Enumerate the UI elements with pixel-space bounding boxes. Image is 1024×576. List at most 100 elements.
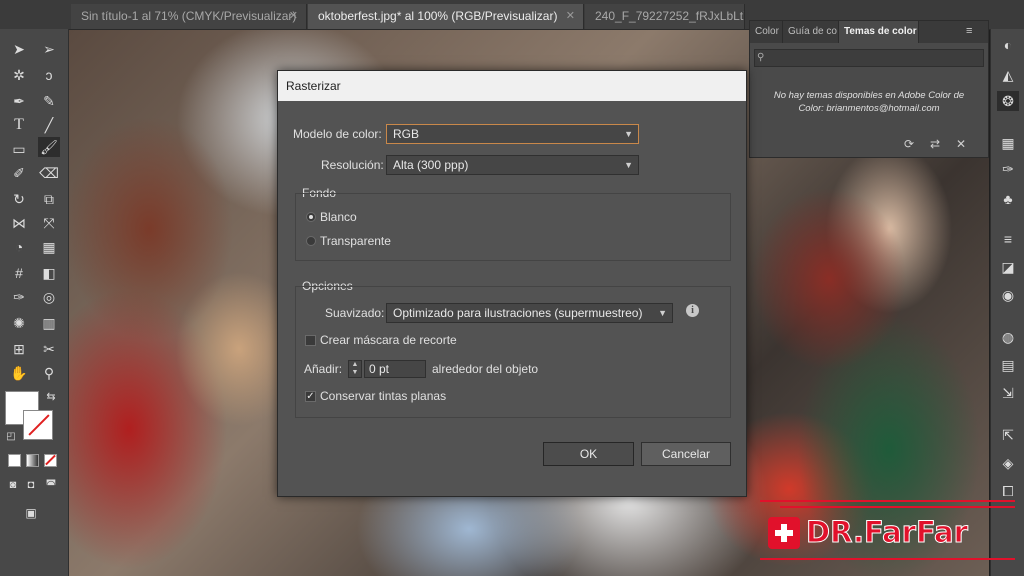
- brushes-icon[interactable]: ✑: [997, 159, 1019, 179]
- slice-icon[interactable]: ✂: [38, 339, 60, 359]
- symbol-sprayer-icon[interactable]: ✺: [8, 313, 30, 333]
- bg-transparent-radio[interactable]: [306, 236, 316, 246]
- color-model-value: RGB: [393, 127, 420, 141]
- panel-menu-icon[interactable]: ≡: [966, 25, 978, 37]
- pen-icon[interactable]: ✒: [8, 91, 30, 111]
- resolution-select[interactable]: Alta (300 ppp) ▼: [386, 155, 639, 175]
- antialias-value: Optimizado para ilustraciones (supermues…: [393, 306, 643, 320]
- pathfinder-icon[interactable]: ⧠: [997, 481, 1019, 501]
- color-icon[interactable]: ◐: [997, 35, 1019, 55]
- tab-label: 240_F_79227252_fRJxLbLtXZz...: [595, 9, 744, 23]
- stepper-arrows-icon[interactable]: ▲ ▼: [348, 360, 362, 378]
- eyedropper-icon[interactable]: ✑: [8, 287, 30, 307]
- width-icon[interactable]: ⋈: [8, 213, 30, 233]
- info-icon[interactable]: i: [686, 304, 699, 317]
- add-suffix-label: alrededor del objeto: [432, 362, 539, 376]
- graph-icon[interactable]: ▥: [38, 313, 60, 333]
- keep-spot-colors-checkbox[interactable]: ✓: [305, 391, 316, 402]
- tab-240f[interactable]: 240_F_79227252_fRJxLbLtXZz...: [585, 4, 745, 29]
- libraries-icon[interactable]: ◍: [997, 327, 1019, 347]
- zoom-icon[interactable]: ⚲: [38, 363, 60, 383]
- artboards-icon[interactable]: ⇱: [997, 425, 1019, 445]
- magic-wand-icon[interactable]: ✲: [8, 65, 30, 85]
- type-icon[interactable]: T: [8, 115, 30, 135]
- add-label: Añadir:: [304, 362, 343, 376]
- free-transform-icon[interactable]: ⤧: [38, 213, 60, 233]
- swatches-icon[interactable]: ▦: [997, 133, 1019, 153]
- gradient-icon[interactable]: ◧: [38, 263, 60, 283]
- draw-behind-icon[interactable]: ◘: [20, 475, 42, 495]
- color-guide-icon[interactable]: ◭: [997, 65, 1019, 85]
- chevron-down-icon: ▼: [658, 308, 667, 318]
- medical-cross-icon: [768, 517, 800, 549]
- panel-tabs: Color Guía de co Temas de color ≡: [750, 21, 988, 43]
- appearance-icon[interactable]: ◉: [997, 285, 1019, 305]
- themes-search-input[interactable]: ⚲: [754, 49, 984, 67]
- background-group: [295, 193, 731, 261]
- lasso-icon[interactable]: ↄ: [38, 65, 60, 85]
- export-icon[interactable]: ⇲: [997, 383, 1019, 403]
- resolution-value: Alta (300 ppp): [393, 158, 469, 172]
- draw-inside-icon[interactable]: ◚: [40, 475, 62, 495]
- clip-mask-label: Crear máscara de recorte: [320, 333, 457, 347]
- no-themes-message: No hay temas disponibles en Adobe Color …: [773, 90, 965, 114]
- perspective-icon[interactable]: ▦: [38, 237, 60, 257]
- stroke-swatch[interactable]: [23, 410, 53, 440]
- close-icon[interactable]: ✕: [566, 4, 575, 29]
- layers-icon[interactable]: ◈: [997, 453, 1019, 473]
- tab-color-themes[interactable]: Temas de color: [839, 21, 919, 43]
- panels-dock: ◐ ◭ ❂ ▦ ✑ ♣ ≡ ◪ ◉ ◍ ▤ ⇲ ⇱ ◈ ⧠: [990, 29, 1024, 576]
- refresh-icon[interactable]: ⟳: [900, 136, 918, 152]
- none-mode-icon[interactable]: [44, 454, 57, 467]
- tab-sin-titulo[interactable]: Sin título-1 al 71% (CMYK/Previsualizar)…: [71, 4, 307, 29]
- color-themes-panel: Color Guía de co Temas de color ≡ ⚲ No h…: [749, 20, 989, 158]
- properties-icon[interactable]: ▤: [997, 355, 1019, 375]
- bg-white-radio[interactable]: [306, 212, 316, 222]
- chevron-down-icon: ▼: [624, 160, 633, 170]
- blend-icon[interactable]: ◎: [38, 287, 60, 307]
- clip-mask-checkbox[interactable]: [305, 335, 316, 346]
- tab-label: Sin título-1 al 71% (CMYK/Previsualizar): [81, 9, 297, 23]
- tab-color[interactable]: Color: [750, 21, 783, 43]
- color-themes-icon[interactable]: ❂: [997, 91, 1019, 111]
- direct-selection-icon[interactable]: ➢: [38, 39, 60, 59]
- disconnect-icon[interactable]: ✕: [952, 136, 970, 152]
- align-icon[interactable]: ≡: [997, 229, 1019, 249]
- hand-icon[interactable]: ✋: [8, 363, 30, 383]
- screen-mode-icon[interactable]: ▣: [20, 503, 42, 523]
- add-amount-field[interactable]: 0 pt: [364, 360, 426, 378]
- search-icon: ⚲: [757, 52, 765, 63]
- rectangle-icon[interactable]: ▭: [8, 139, 30, 159]
- color-mode-icon[interactable]: [8, 454, 21, 467]
- cancel-button[interactable]: Cancelar: [641, 442, 731, 466]
- swap-fill-stroke-icon[interactable]: ⇆: [40, 387, 62, 407]
- transparency-icon[interactable]: ◪: [997, 257, 1019, 277]
- selection-icon[interactable]: ➤: [8, 39, 30, 59]
- default-colors-icon[interactable]: ◰: [0, 427, 22, 447]
- gradient-mode-icon[interactable]: [26, 454, 39, 467]
- color-model-select[interactable]: RGB ▼: [386, 124, 639, 144]
- paintbrush-icon[interactable]: 🖌: [38, 137, 60, 157]
- channel-logo: DR.FarFar: [760, 500, 1015, 566]
- tab-label: oktoberfest.jpg* al 100% (RGB/Previsuali…: [318, 9, 558, 23]
- mesh-icon[interactable]: #: [8, 263, 30, 283]
- artboard-icon[interactable]: ⊞: [8, 339, 30, 359]
- rasterize-dialog: Rasterizar Modelo de color: RGB ▼ Resolu…: [277, 70, 747, 497]
- close-icon[interactable]: ✕: [289, 4, 298, 29]
- symbols-icon[interactable]: ♣: [997, 189, 1019, 209]
- tab-oktoberfest[interactable]: oktoberfest.jpg* al 100% (RGB/Previsuali…: [308, 4, 584, 29]
- scale-icon[interactable]: ⧉: [38, 189, 60, 209]
- ok-button[interactable]: OK: [543, 442, 634, 466]
- line-icon[interactable]: ╱: [38, 115, 60, 135]
- rotate-icon[interactable]: ↻: [8, 189, 30, 209]
- eraser-icon[interactable]: ⌫: [38, 163, 60, 183]
- shaper-icon[interactable]: ✐: [8, 163, 30, 183]
- transfer-icon[interactable]: ⇄: [926, 136, 944, 152]
- shape-builder-icon[interactable]: ◔: [8, 237, 30, 257]
- bg-transparent-label: Transparente: [320, 234, 391, 248]
- logo-bottom-bar: [760, 558, 1015, 560]
- tab-color-guide[interactable]: Guía de co: [783, 21, 839, 43]
- curvature-icon[interactable]: ✎: [38, 91, 60, 111]
- chevron-down-icon: ▼: [624, 129, 633, 139]
- antialias-select[interactable]: Optimizado para ilustraciones (supermues…: [386, 303, 673, 323]
